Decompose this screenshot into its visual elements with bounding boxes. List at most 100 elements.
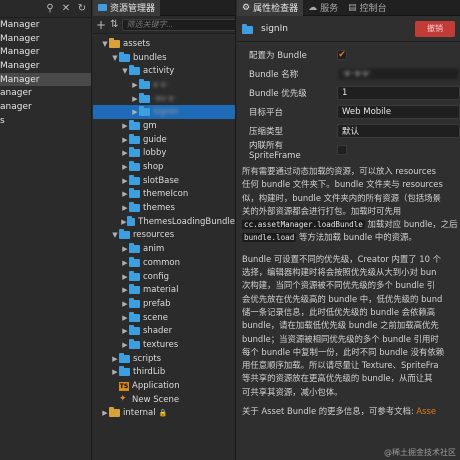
tree-item[interactable]: TS Application [93, 379, 235, 393]
tree-item[interactable]: ▶ x·v· [93, 78, 235, 92]
chevron-right-icon[interactable]: ▶ [131, 81, 139, 89]
tree-item[interactable]: ▶ thirdLib [93, 366, 235, 380]
clear-icon[interactable]: ✕ [60, 3, 72, 15]
chevron-right-icon[interactable]: ▶ [121, 245, 129, 253]
tab-assets[interactable]: 资源管理器 [93, 0, 161, 16]
sort-icon[interactable]: ⇅ [110, 19, 118, 31]
tree-item[interactable]: ▶ common [93, 256, 235, 270]
tab-services[interactable]: ☁ 服务 [303, 0, 343, 16]
chevron-down-icon[interactable]: ▼ [121, 67, 129, 75]
chevron-right-icon[interactable]: ▶ [131, 108, 139, 116]
tree-item[interactable]: ▶ anim [93, 242, 235, 256]
chevron-down-icon[interactable]: ▼ [111, 231, 119, 239]
tab-inspector[interactable]: ⚙ 属性检查器 [237, 0, 304, 16]
tree-item-label: assets [123, 38, 151, 49]
assets-tree: ▼ assets ▼ bundles ▼ activity ▶ x·v· ▶ ·xv·x· ▶ sig… [93, 34, 235, 420]
tree-item[interactable]: ▶ themes [93, 201, 235, 215]
revert-button[interactable]: 撤销 [415, 20, 455, 37]
docs-link[interactable]: Asse [416, 406, 436, 416]
tree-item[interactable]: ▶ ·xv·x· [93, 92, 235, 106]
chevron-down-icon[interactable]: ▼ [111, 54, 119, 62]
tree-item[interactable]: ▶ internal 🔒 [93, 407, 235, 421]
tree-item[interactable]: ▶ config [93, 270, 235, 284]
hierarchy-node[interactable]: Manager [0, 59, 91, 73]
tree-item[interactable]: ▶ lobby [93, 147, 235, 161]
chevron-right-icon[interactable]: ▶ [121, 314, 129, 322]
tree-item-label: slotBase [143, 175, 180, 186]
tree-item[interactable]: ▶ themeIcon [93, 188, 235, 202]
tree-item[interactable]: ▼ assets [93, 37, 235, 51]
property-value-field[interactable]: ·x··x·v· [337, 66, 460, 81]
folder-icon [129, 174, 140, 185]
folder-icon [129, 284, 140, 295]
chevron-right-icon[interactable]: ▶ [121, 122, 129, 130]
hierarchy-node-label: Manager [0, 33, 40, 44]
property-value-field[interactable]: Web Mobile [337, 104, 460, 119]
chevron-right-icon[interactable]: ▶ [121, 341, 129, 349]
chevron-right-icon[interactable]: ▶ [121, 177, 129, 185]
chevron-right-icon[interactable]: ▶ [111, 368, 119, 376]
tree-item[interactable]: ▼ activity [93, 64, 235, 78]
chevron-down-icon[interactable]: ▼ [101, 40, 109, 48]
property-value-field[interactable]: 默认 [337, 123, 460, 138]
search-icon[interactable]: ⚲ [44, 3, 56, 15]
tree-item[interactable]: ▶ shader [93, 324, 235, 338]
property-value-field[interactable]: 1 [337, 85, 460, 100]
tree-item[interactable]: ▼ resources [93, 229, 235, 243]
tree-item[interactable]: ✦ New Scene [93, 393, 235, 407]
property-row: 压缩类型 默认 [237, 121, 460, 140]
refresh-icon[interactable]: ↻ [76, 3, 88, 15]
tree-item[interactable]: ▶ guide [93, 133, 235, 147]
chevron-right-icon[interactable]: ▶ [121, 204, 129, 212]
tree-item[interactable]: ▶ prefab [93, 297, 235, 311]
tree-item-label: resources [133, 230, 175, 241]
hierarchy-node[interactable]: Manager [0, 32, 91, 46]
tree-item[interactable]: ▶ ThemesLoadingBundle [93, 215, 235, 229]
folder-icon [139, 78, 150, 89]
tree-item-label: themeIcon [143, 189, 189, 200]
property-checkbox[interactable] [337, 144, 347, 155]
tree-item-label: guide [143, 134, 167, 145]
chevron-right-icon[interactable]: ▶ [111, 355, 119, 363]
hierarchy-node[interactable]: anager [0, 86, 91, 100]
tab-assets-label: 资源管理器 [110, 4, 156, 14]
tree-item[interactable]: ▶ textures [93, 338, 235, 352]
hierarchy-node[interactable]: s [0, 114, 91, 128]
assets-search-input[interactable] [122, 18, 235, 31]
inspector-tabbar: ⚙ 属性检查器 ☁ 服务 ▤ 控制台 [237, 0, 460, 16]
bundle-description: 所有需要通过动态加载的资源，可以放入 resources 任何 bundle 文件… [237, 165, 460, 245]
hierarchy-node[interactable]: Manager [0, 72, 91, 87]
tree-item[interactable]: ▶ shop [93, 160, 235, 174]
chevron-right-icon[interactable]: ▶ [121, 163, 129, 171]
tree-item[interactable]: ▶ slotBase [93, 174, 235, 188]
chevron-right-icon[interactable]: ▶ [121, 149, 129, 157]
chevron-right-icon[interactable]: ▶ [121, 190, 129, 198]
hierarchy-node[interactable]: anager [0, 100, 91, 114]
folder-icon [109, 37, 120, 48]
hierarchy-node-label: Manager [0, 74, 40, 85]
tree-item[interactable]: ▶ scripts [93, 352, 235, 366]
tree-item[interactable]: ▶ scene [93, 311, 235, 325]
chevron-right-icon[interactable]: ▶ [121, 286, 129, 294]
tab-console[interactable]: ▤ 控制台 [343, 0, 392, 16]
folder-icon [129, 133, 140, 144]
chevron-right-icon[interactable]: ▶ [121, 327, 129, 335]
chevron-right-icon[interactable]: ▶ [121, 136, 129, 144]
chevron-right-icon[interactable]: ▶ [121, 273, 129, 281]
chevron-right-icon[interactable]: ▶ [121, 300, 129, 308]
hierarchy-node[interactable]: Manager [0, 18, 91, 32]
description-text: 加载对应 bundle，之后 [364, 219, 458, 230]
folder-icon [129, 65, 140, 76]
folder-icon [129, 297, 140, 308]
tree-item[interactable]: ▼ bundles [93, 51, 235, 65]
property-label: 目标平台 [249, 107, 284, 118]
chevron-right-icon[interactable]: ▶ [101, 409, 109, 417]
tree-item[interactable]: ▶ signIn [93, 105, 235, 120]
tree-item[interactable]: ▶ material [93, 283, 235, 297]
tree-item[interactable]: ▶ gm [93, 119, 235, 133]
add-icon[interactable]: + [96, 18, 106, 32]
hierarchy-node[interactable]: Manager [0, 45, 91, 59]
property-checkbox[interactable]: ✔ [337, 49, 347, 60]
chevron-right-icon[interactable]: ▶ [121, 259, 129, 267]
chevron-right-icon[interactable]: ▶ [131, 95, 139, 103]
